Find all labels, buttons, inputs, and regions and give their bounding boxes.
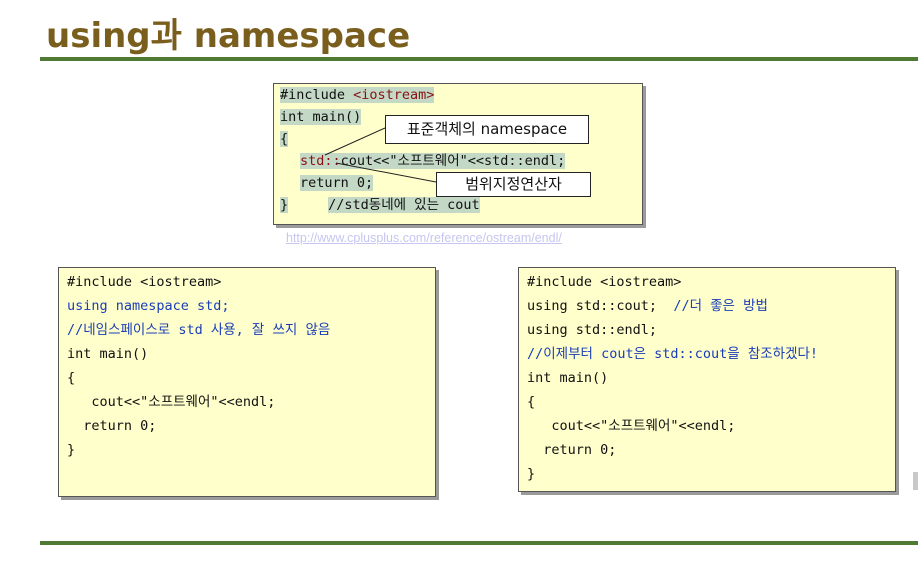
code-line: }: [67, 442, 76, 458]
code-line: int main(): [527, 370, 609, 386]
callout-std-namespace: 표준객체의 namespace: [385, 115, 589, 144]
callout-scope-operator: 범위지정연산자: [436, 172, 591, 197]
code-line: using namespace std;: [67, 298, 230, 314]
code-comment: //더 좋은 방법: [673, 298, 768, 314]
code-comment: //네임스페이스로 std 사용, 잘 쓰지 않음: [67, 322, 331, 338]
code-line: {: [527, 394, 536, 410]
code-line: using std::endl;: [527, 322, 658, 338]
code-line: {: [67, 370, 76, 386]
code-line: return 0;: [527, 442, 617, 458]
code-line: cout<<"소프트웨어"<<endl;: [67, 394, 276, 410]
right-code-box: #include <iostream> using std::cout; //더…: [518, 267, 896, 492]
scrollbar-fragment: [913, 472, 918, 490]
code-line: #include <iostream>: [67, 274, 222, 290]
code-line: #include <iostream>: [527, 274, 682, 290]
leader-line: [335, 162, 437, 183]
code-line: }: [527, 466, 536, 482]
code-token: using std::cout;: [527, 298, 674, 314]
leader-line: [324, 127, 386, 156]
code-line: cout<<"소프트웨어"<<endl;: [527, 418, 736, 434]
code-line: using std::cout; //더 좋은 방법: [519, 294, 895, 318]
reference-link[interactable]: http://www.cplusplus.com/reference/ostre…: [286, 231, 562, 245]
code-comment: //이제부터 cout은 std::cout을 참조하겠다!: [527, 346, 819, 362]
code-line: int main(): [67, 346, 149, 362]
bottom-divider: [40, 541, 918, 545]
left-code-box: #include <iostream> using namespace std;…: [58, 267, 436, 497]
code-line: return 0;: [67, 418, 157, 434]
